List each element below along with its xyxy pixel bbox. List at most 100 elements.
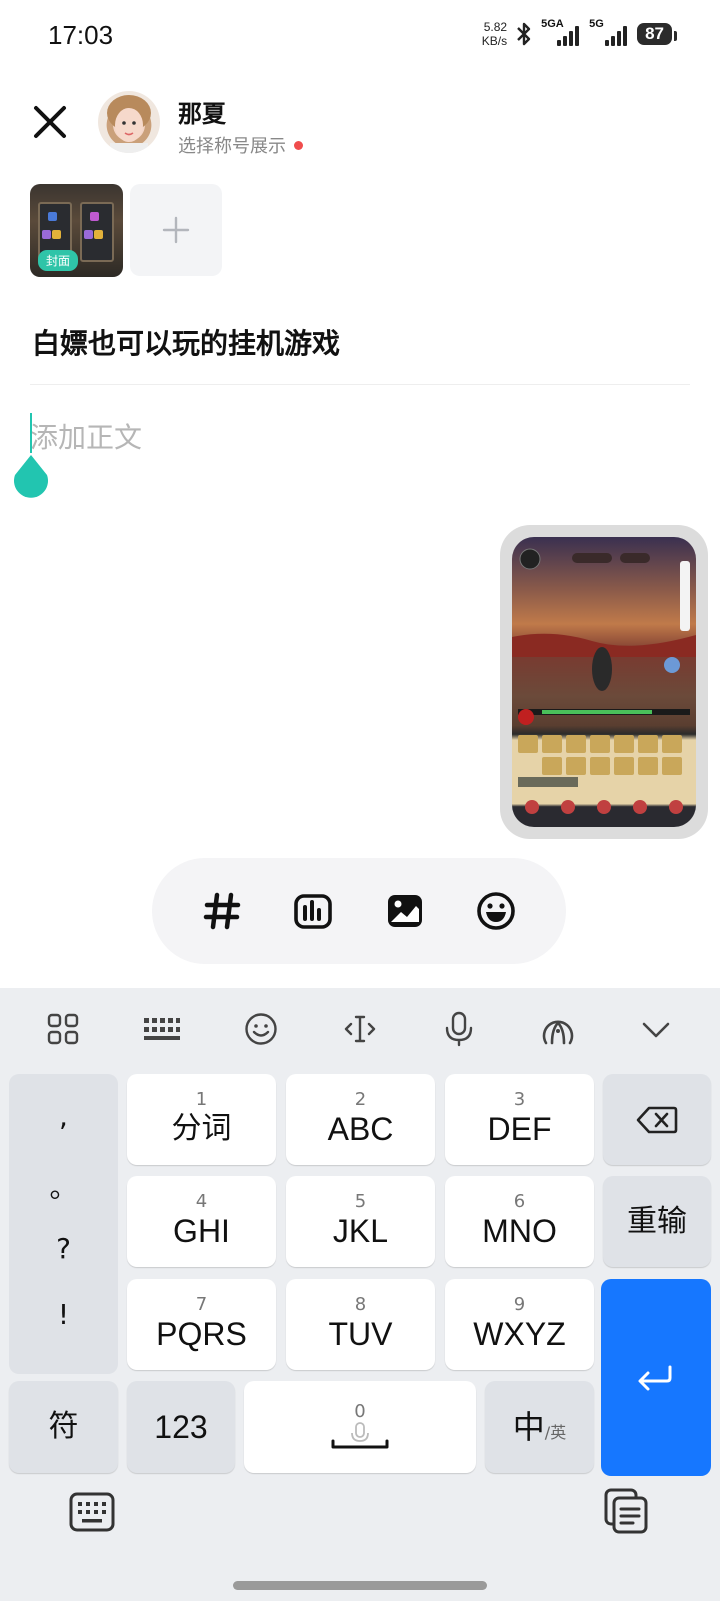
network-speed: 5.82 KB/s — [482, 20, 507, 48]
caret-handle-icon[interactable] — [11, 455, 51, 501]
hashtag-icon — [203, 892, 240, 930]
emoji-icon — [477, 892, 516, 930]
punct-question[interactable]: ? — [9, 1232, 118, 1265]
key-label: ABC — [327, 1110, 394, 1147]
voice-input-button[interactable] — [437, 1007, 481, 1051]
hashtag-button[interactable] — [198, 887, 246, 935]
key-2[interactable]: 2 ABC — [286, 1074, 435, 1165]
avatar[interactable] — [98, 91, 160, 153]
key-number: 9 — [513, 1293, 526, 1315]
symbols-label: 符 — [48, 1409, 79, 1444]
emoji-icon — [245, 1013, 277, 1045]
keyboard-emoji-button[interactable] — [239, 1007, 283, 1051]
key-4[interactable]: 4 GHI — [127, 1176, 276, 1267]
symbols-key[interactable]: 符 — [9, 1381, 118, 1473]
chevron-down-icon — [643, 1022, 670, 1038]
insert-image-button[interactable] — [381, 887, 429, 935]
language-switch-key[interactable]: 中/英 — [485, 1381, 594, 1473]
post-body-input[interactable]: 添加正文 — [30, 416, 142, 456]
home-indicator[interactable] — [233, 1581, 487, 1590]
choose-title-label: 选择称号展示 — [178, 136, 286, 157]
punct-period[interactable]: 。 — [9, 1166, 118, 1206]
reinput-key[interactable]: 重输 — [603, 1176, 711, 1267]
numbers-key[interactable]: 123 — [127, 1381, 235, 1473]
reinput-label: 重输 — [627, 1203, 687, 1239]
keyboard-icon — [69, 1492, 115, 1532]
clipboard-icon — [604, 1488, 648, 1534]
cursor-move-button[interactable] — [338, 1007, 382, 1051]
keyboard-layout-icon — [144, 1018, 181, 1040]
choose-title-link[interactable]: 选择称号展示 — [178, 132, 303, 158]
punctuation-column[interactable]: , 。 ? ! — [9, 1074, 118, 1374]
game-screenshot-preview — [512, 537, 696, 827]
key-label: PQRS — [156, 1315, 247, 1352]
data-card-button[interactable] — [289, 887, 337, 935]
cover-badge: 封面 — [38, 250, 79, 271]
handwriting-icon — [542, 1020, 573, 1045]
key-8[interactable]: 8 TUV — [286, 1279, 435, 1370]
keyboard-apps-button[interactable] — [41, 1007, 85, 1051]
key-number: 0 — [354, 1401, 366, 1422]
thumbnail-cell — [42, 230, 51, 239]
bluetooth-icon — [517, 22, 531, 46]
backspace-key[interactable] — [603, 1074, 711, 1165]
game-scene-icon — [512, 548, 696, 814]
switch-keyboard-button[interactable] — [68, 1488, 116, 1536]
title-divider — [30, 384, 690, 385]
cursor-move-icon — [344, 1015, 376, 1043]
key-number: 8 — [354, 1293, 367, 1315]
thumbnail-cell — [52, 230, 61, 239]
signal-5ga-label: 5GA — [541, 18, 564, 30]
close-button[interactable] — [28, 100, 72, 144]
floating-video-preview[interactable] — [500, 525, 708, 839]
punct-exclaim[interactable]: ! — [9, 1298, 118, 1331]
key-number: 2 — [354, 1088, 367, 1110]
key-label: GHI — [173, 1212, 230, 1249]
thumbnail-cell — [48, 212, 57, 221]
enter-key[interactable] — [601, 1279, 711, 1476]
key-label: 分词 — [171, 1110, 232, 1146]
space-key[interactable]: 0 — [244, 1381, 476, 1473]
key-number: 3 — [513, 1088, 526, 1110]
emoji-button[interactable] — [472, 887, 520, 935]
clipboard-button[interactable] — [602, 1486, 652, 1536]
plus-icon — [162, 216, 190, 244]
backspace-icon — [636, 1106, 678, 1133]
collapse-keyboard-button[interactable] — [634, 1007, 678, 1051]
lang-sub-label: /英 — [544, 1423, 567, 1442]
key-6[interactable]: 6 MNO — [445, 1176, 594, 1267]
thumbnail-cell — [90, 212, 99, 221]
signal-5g-icon: 5G — [589, 18, 629, 46]
post-title-input[interactable]: 白嫖也可以玩的挂机游戏 — [32, 322, 340, 362]
key-5[interactable]: 5 JKL — [286, 1176, 435, 1267]
apps-grid-icon — [48, 1013, 79, 1045]
user-name: 那夏 — [178, 100, 226, 128]
key-number: 1 — [195, 1088, 208, 1110]
punct-comma[interactable]: , — [9, 1100, 118, 1133]
network-speed-unit: KB/s — [481, 34, 508, 48]
keyboard-toolbar — [0, 988, 720, 1070]
network-speed-value: 5.82 — [483, 20, 508, 34]
status-icons: 5.82 KB/s 5GA 5G 87 — [482, 18, 677, 48]
key-9[interactable]: 9 WXYZ — [445, 1279, 594, 1370]
key-label: WXYZ — [473, 1315, 566, 1352]
cover-image-thumbnail[interactable]: 封面 — [30, 184, 123, 277]
status-time: 17:03 — [48, 20, 114, 50]
keyboard-layout-button[interactable] — [140, 1007, 184, 1051]
add-media-button[interactable] — [130, 184, 222, 276]
key-number: 6 — [513, 1190, 526, 1212]
key-label: DEF — [487, 1110, 552, 1147]
key-7[interactable]: 7 PQRS — [127, 1279, 276, 1370]
handwriting-button[interactable] — [536, 1007, 580, 1051]
key-3[interactable]: 3 DEF — [445, 1074, 594, 1165]
new-dot-badge — [294, 140, 303, 150]
thumbnail-cell — [84, 230, 93, 239]
key-number: 4 — [195, 1190, 208, 1212]
key-1[interactable]: 1 分词 — [127, 1074, 276, 1165]
key-number: 7 — [195, 1293, 208, 1315]
post-editor-screen: 17:03 5.82 KB/s 5GA 5G 87 那夏 选择称号展示 封面 白… — [0, 0, 720, 1601]
key-label: MNO — [482, 1212, 557, 1249]
space-mic-icon — [331, 1422, 389, 1449]
numbers-label: 123 — [154, 1409, 208, 1445]
lang-main-label: 中 — [512, 1409, 545, 1445]
